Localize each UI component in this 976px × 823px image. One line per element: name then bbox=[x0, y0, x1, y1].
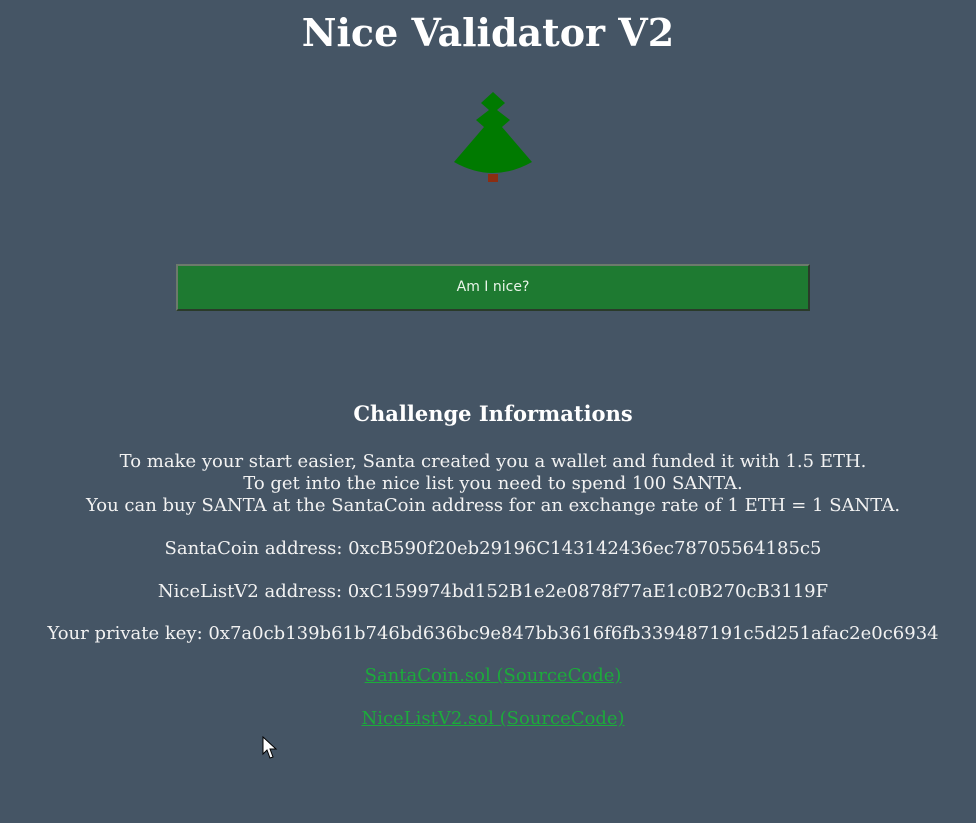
santacoin-address: SantaCoin address: 0xcB590f20eb29196C143… bbox=[164, 538, 822, 559]
challenge-line-exchange: You can buy SANTA at the SantaCoin addre… bbox=[85, 495, 901, 516]
challenge-heading: Challenge Informations bbox=[353, 401, 633, 426]
nicelist-source-link[interactable]: NiceListV2.sol (SourceCode) bbox=[361, 708, 624, 729]
christmas-tree-icon bbox=[454, 92, 532, 182]
mouse-cursor-icon bbox=[262, 736, 278, 759]
challenge-line-wallet: To make your start easier, Santa created… bbox=[119, 451, 867, 472]
am-i-nice-button[interactable]: Am I nice? bbox=[176, 264, 810, 311]
challenge-line-nice-list: To get into the nice list you need to sp… bbox=[243, 473, 743, 494]
private-key: Your private key: 0x7a0cb139b61b746bd636… bbox=[47, 623, 939, 644]
page-title: Nice Validator V2 bbox=[301, 10, 675, 55]
santacoin-source-link[interactable]: SantaCoin.sol (SourceCode) bbox=[365, 665, 622, 686]
nicelist-source-link-row: NiceListV2.sol (SourceCode) bbox=[0, 708, 976, 730]
nicelist-address: NiceListV2 address: 0xC159974bd152B1e2e0… bbox=[157, 581, 829, 602]
challenge-description: To make your start easier, Santa created… bbox=[0, 451, 976, 517]
santacoin-source-link-row: SantaCoin.sol (SourceCode) bbox=[0, 665, 976, 687]
